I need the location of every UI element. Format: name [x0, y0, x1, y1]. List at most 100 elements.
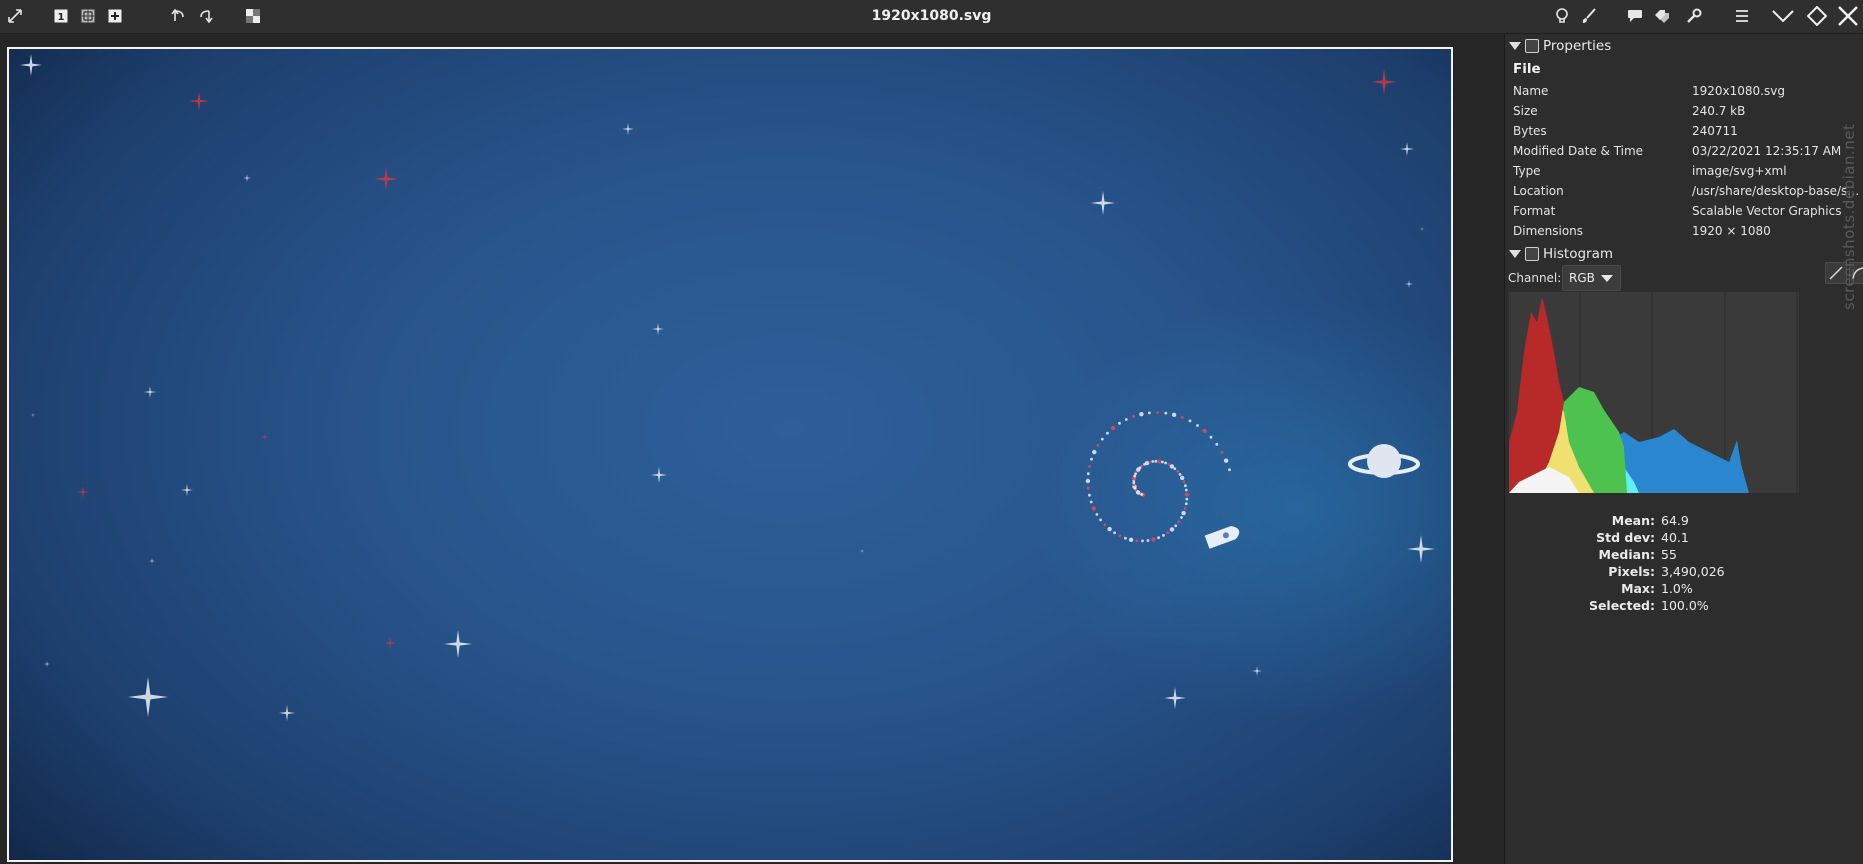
star-icon — [189, 91, 209, 111]
prop-label: Size — [1513, 104, 1538, 118]
swirl-sparkle — [1178, 473, 1182, 476]
channel-select-value: RGB — [1569, 271, 1595, 285]
star-icon — [1407, 535, 1435, 563]
swirl-sparkle — [1161, 460, 1164, 464]
histogram-chart — [1509, 292, 1799, 493]
swirl-sparkle — [1184, 502, 1188, 506]
swirl-sparkle — [1228, 468, 1231, 472]
stat-label: Max: — [1621, 581, 1655, 596]
swirl-sparkle — [1118, 534, 1122, 538]
star-icon — [149, 558, 155, 564]
star-icon — [1091, 191, 1115, 215]
properties-icon — [1525, 39, 1539, 53]
prop-label: Type — [1513, 164, 1541, 178]
properties-header[interactable]: Properties — [1505, 37, 1611, 55]
stat-value: 55 — [1661, 547, 1677, 562]
hamburger-menu-icon[interactable] — [1731, 5, 1753, 27]
star-icon — [1252, 666, 1262, 676]
swirl-sparkle — [1164, 461, 1167, 465]
histogram-icon — [1525, 247, 1539, 261]
prop-label: Dimensions — [1513, 224, 1584, 238]
prop-value: 03/22/2021 12:35:17 AM — [1692, 144, 1842, 158]
image-viewport[interactable] — [0, 34, 1504, 864]
swirl-sparkle — [1118, 421, 1121, 425]
swirl-sparkle — [1106, 431, 1109, 435]
diamond-icon[interactable] — [1806, 5, 1828, 27]
chevron-down-icon[interactable] — [1772, 5, 1794, 27]
collapse-triangle-icon — [1509, 250, 1521, 258]
close-icon[interactable] — [1836, 5, 1860, 27]
swirl-sparkle — [1086, 486, 1090, 490]
swirl-sparkle — [1124, 418, 1128, 421]
image-frame — [7, 47, 1453, 862]
properties-panel: Properties File Name 1920x1080.svg Size … — [1505, 34, 1863, 864]
prop-value: /usr/share/desktop-base/sp... — [1692, 184, 1861, 198]
swirl-sparkle — [1088, 493, 1091, 497]
swirl-sparkle — [1085, 478, 1091, 484]
swirl-sparkle — [1113, 531, 1116, 535]
swirl-sparkle — [1184, 484, 1187, 488]
star-icon — [622, 123, 634, 135]
collapse-triangle-icon — [1509, 42, 1521, 50]
swirl-sparkle — [1166, 531, 1170, 535]
swirl-sparkle — [1223, 458, 1229, 463]
stat-row-pixels: Pixels: 3,490,026 — [1505, 564, 1825, 581]
prop-label: Modified Date & Time — [1513, 144, 1644, 158]
prop-row-modified: Modified Date & Time 03/22/2021 12:35:17… — [1513, 142, 1861, 162]
swirl-sparkle — [1174, 524, 1178, 528]
channel-select[interactable]: RGB — [1562, 265, 1621, 291]
swirl-sparkle — [1095, 513, 1099, 516]
prop-value: 1920 × 1080 — [1692, 224, 1771, 238]
swirl-sparkle — [1140, 464, 1144, 468]
swirl-sparkle — [1141, 539, 1144, 543]
swirl-sparkle — [1182, 480, 1186, 484]
swirl-sparkle — [1177, 520, 1181, 524]
top-toolbar: 1 1920x1080.svg — [0, 0, 1863, 34]
swirl-sparkle — [1096, 444, 1100, 447]
comment-icon[interactable] — [1624, 5, 1646, 27]
stat-row-mean: Mean: 64.9 — [1505, 513, 1825, 530]
swirl-sparkle — [1103, 523, 1107, 527]
star-icon — [44, 661, 50, 667]
swirl-sparkle — [1156, 459, 1162, 464]
star-icon — [1371, 69, 1397, 95]
swirl-sparkle — [1171, 412, 1177, 417]
prop-row-bytes: Bytes 240711 — [1513, 122, 1861, 142]
swirl-sparkle — [1169, 527, 1175, 532]
stat-value: 3,490,026 — [1661, 564, 1725, 579]
swirl-sparkle — [1196, 424, 1199, 427]
star-icon — [31, 413, 35, 417]
swirl-sparkle — [1176, 469, 1179, 473]
stat-label: Median: — [1598, 547, 1655, 562]
prop-value: Scalable Vector Graphics — [1692, 204, 1842, 218]
stat-row-stddev: Std dev: 40.1 — [1505, 530, 1825, 547]
swirl-sparkle — [1092, 449, 1097, 455]
wrench-icon[interactable] — [1683, 5, 1705, 27]
swirl-sparkle — [1215, 442, 1219, 446]
swirl-sparkle — [1091, 506, 1096, 511]
star-icon — [651, 467, 667, 483]
swirl-sparkle — [1185, 497, 1189, 501]
histogram-header[interactable]: Histogram — [1505, 245, 1613, 263]
swirl-sparkle — [1110, 425, 1116, 431]
dropdown-arrow-icon — [1601, 275, 1613, 282]
star-icon — [1420, 227, 1424, 231]
prop-row-location: Location /usr/share/desktop-base/sp... — [1513, 182, 1861, 202]
star-icon — [128, 677, 168, 717]
swirl-sparkle — [1151, 460, 1155, 463]
brush-icon[interactable] — [1578, 5, 1600, 27]
planet-icon — [1348, 444, 1420, 478]
stat-value: 64.9 — [1661, 513, 1689, 528]
channel-label: Channel: — [1508, 271, 1562, 285]
swirl-sparkle — [1220, 450, 1224, 454]
tags-icon[interactable] — [1651, 5, 1673, 27]
star-icon — [20, 54, 42, 76]
rocket-icon — [1204, 526, 1240, 549]
star-icon — [243, 174, 251, 182]
swirl-sparkle — [1090, 457, 1093, 461]
swirl-sparkle — [1169, 464, 1175, 469]
swirl-sparkle — [1173, 467, 1177, 470]
swirl-sparkle — [1107, 526, 1112, 532]
lightbulb-icon[interactable] — [1551, 5, 1573, 27]
swirl-sparkle — [1209, 435, 1213, 439]
